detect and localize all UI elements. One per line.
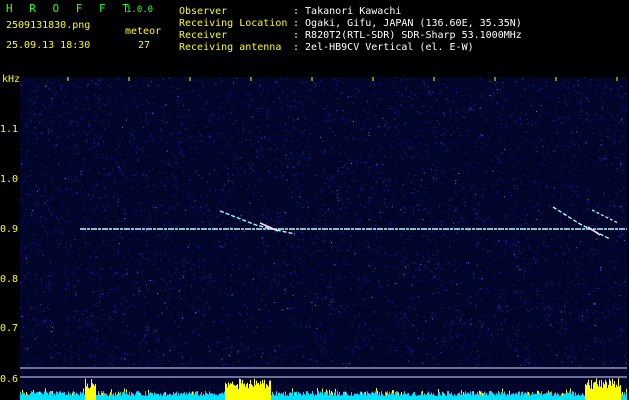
y-tick-label: 1.1 <box>0 124 19 135</box>
antenna-label: Receiving antenna <box>179 42 282 53</box>
header-panel: H R O F F T 1.0.0 2509131830.png meteor … <box>0 0 629 54</box>
file-name: 2509131830.png <box>6 20 91 31</box>
meteor-count: 27 <box>138 40 151 51</box>
location-label: Receiving Location <box>179 18 288 29</box>
y-tick-label: 0.9 <box>0 224 19 235</box>
spectrogram-plot <box>20 77 627 400</box>
observer-label: Observer <box>179 6 228 17</box>
app-name: H R O F F T <box>6 2 134 15</box>
y-tick-label: 0.8 <box>0 274 19 285</box>
date-time: 25.09.13 18:30 <box>6 40 91 51</box>
y-tick-label: 0.7 <box>0 323 19 334</box>
antenna-value: : 2el-HB9CV Vertical (el. E-W) <box>293 42 474 53</box>
observer-value: : Takanori Kawachi <box>293 6 402 17</box>
receiver-value: : R820T2(RTL-SDR) SDR-Sharp 53.1000MHz <box>293 30 522 41</box>
y-axis-unit: kHz <box>2 74 21 85</box>
y-tick-label: 1.0 <box>0 174 19 185</box>
app-version: 1.0.0 <box>126 5 154 15</box>
location-value: : Ogaki, Gifu, JAPAN (136.60E, 35.35N) <box>293 18 522 29</box>
meteor-label: meteor <box>125 26 162 37</box>
receiver-label: Receiver <box>179 30 228 41</box>
y-tick-label: 0.6 <box>0 374 19 385</box>
